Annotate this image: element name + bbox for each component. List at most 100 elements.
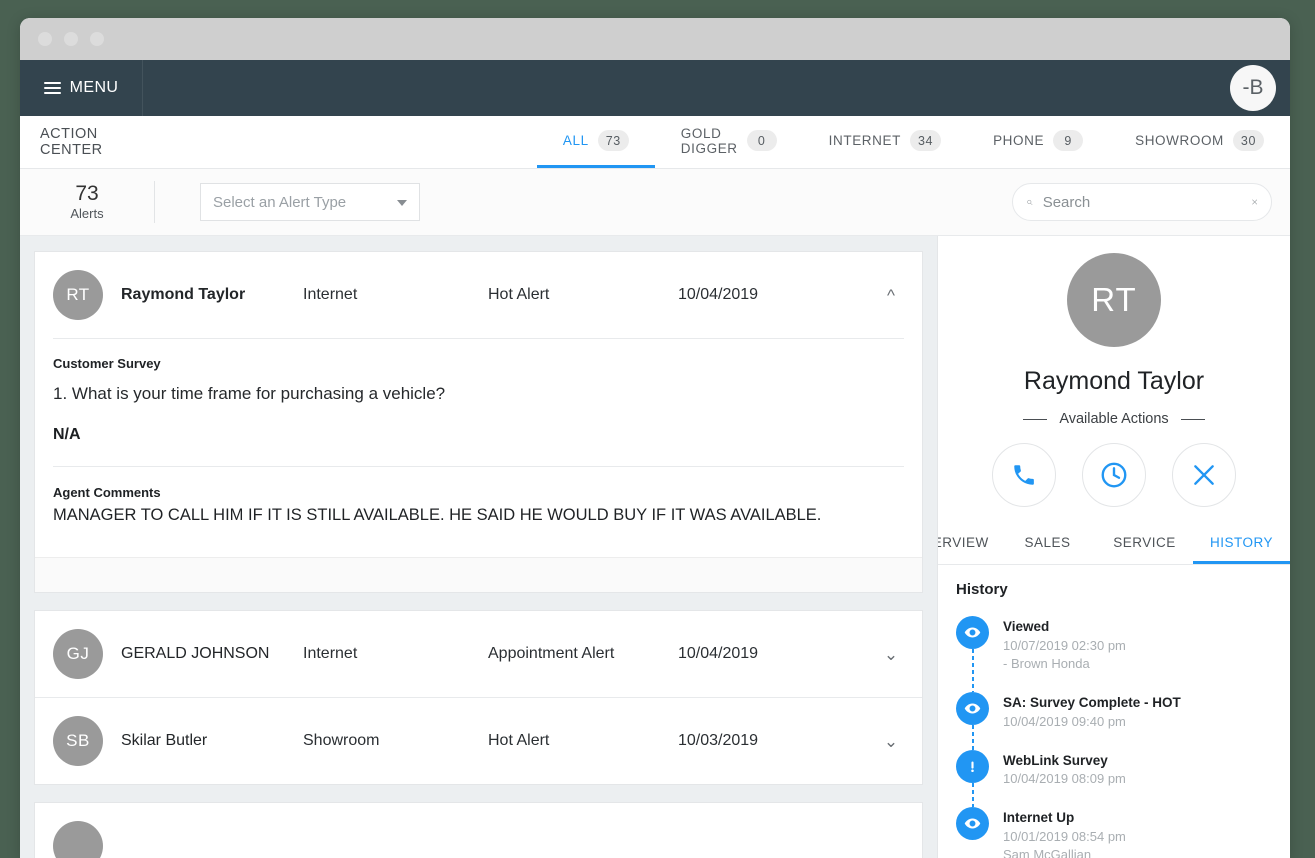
search-input[interactable] <box>1043 194 1242 211</box>
browser-window: MENU -B ACTION CENTER ALL 73 GOLD DIGGER… <box>20 18 1290 858</box>
tab-internet-count: 34 <box>910 130 941 151</box>
tab-overview[interactable]: OVERVIEW <box>938 523 999 564</box>
tab-sales[interactable]: SALES <box>999 523 1096 564</box>
schedule-action-button[interactable] <box>1082 443 1146 507</box>
history-item-body: WebLink Survey 10/04/2019 08:09 pm <box>1003 750 1126 789</box>
detail-scrollbar[interactable] <box>1285 236 1289 858</box>
alert-source: Internet <box>303 286 488 304</box>
filter-bar: 73 Alerts Select an Alert Type <box>20 169 1290 236</box>
tab-sales-label: SALES <box>1024 535 1070 550</box>
tab-phone[interactable]: PHONE 9 <box>967 116 1109 168</box>
alert-date: 10/03/2019 <box>678 732 828 750</box>
alert-row-header[interactable]: RT Raymond Taylor Internet Hot Alert 10/… <box>35 252 922 338</box>
alert-count-label: Alerts <box>20 206 154 221</box>
history-item[interactable]: Viewed 10/07/2019 02:30 pm - Brown Honda <box>956 616 1290 692</box>
avatar-initials: SB <box>66 731 90 751</box>
tab-gold-digger-count: 0 <box>747 130 777 151</box>
avatar-initials: RT <box>66 285 89 305</box>
chevron-down-icon[interactable]: ⌄ <box>878 733 904 750</box>
history-item-title: Internet Up <box>1003 808 1126 828</box>
alert-count-value: 73 <box>20 183 154 206</box>
tab-all-label: ALL <box>563 133 589 148</box>
alert-card-partial <box>34 802 923 858</box>
alert-card-footer <box>35 557 922 592</box>
avatar: SB <box>53 716 103 766</box>
call-action-button[interactable] <box>992 443 1056 507</box>
chevron-down-icon[interactable]: ⌄ <box>878 646 904 663</box>
hamburger-icon <box>44 79 61 97</box>
tab-internet-label: INTERNET <box>829 133 901 148</box>
history-item-body: Internet Up 10/01/2019 08:54 pm Sam McGa… <box>1003 807 1126 858</box>
alert-source: Internet <box>303 645 488 663</box>
tab-gold-digger-label: GOLD DIGGER <box>681 126 738 156</box>
window-maximize-dot[interactable] <box>90 32 104 46</box>
tab-overview-label: OVERVIEW <box>938 535 989 550</box>
available-actions-label: Available Actions <box>1059 411 1168 427</box>
tab-history-label: HISTORY <box>1210 535 1273 550</box>
tab-history[interactable]: HISTORY <box>1193 523 1290 564</box>
history-item-title: WebLink Survey <box>1003 751 1126 771</box>
app-header: MENU -B <box>20 60 1290 116</box>
tab-all[interactable]: ALL 73 <box>537 116 655 168</box>
alert-row[interactable] <box>35 803 922 858</box>
clock-icon <box>1099 460 1129 490</box>
available-actions <box>938 443 1290 507</box>
phone-icon <box>1011 462 1037 488</box>
tab-showroom[interactable]: SHOWROOM 30 <box>1109 116 1290 168</box>
alert-detail-body: Customer Survey 1. What is your time fra… <box>35 338 922 557</box>
alert-source: Showroom <box>303 732 488 750</box>
agent-comments-body: MANAGER TO CALL HIM IF IT IS STILL AVAIL… <box>53 506 904 551</box>
window-close-dot[interactable] <box>38 32 52 46</box>
alert-type-select[interactable]: Select an Alert Type <box>200 183 420 221</box>
detail-tabs: OVERVIEW SALES SERVICE HISTORY <box>938 523 1290 565</box>
history-item[interactable]: WebLink Survey 10/04/2019 08:09 pm <box>956 750 1290 807</box>
history-title: History <box>956 581 1290 598</box>
exclamation-icon <box>956 750 989 783</box>
tab-internet[interactable]: INTERNET 34 <box>803 116 967 168</box>
survey-answer: N/A <box>53 426 904 466</box>
alert-customer-name: GERALD JOHNSON <box>103 645 303 663</box>
search-box[interactable] <box>1012 183 1272 221</box>
customer-profile: RT Raymond Taylor Available Actions <box>938 236 1290 507</box>
tab-showroom-count: 30 <box>1233 130 1264 151</box>
menu-label: MENU <box>70 79 119 97</box>
dismiss-action-button[interactable] <box>1172 443 1236 507</box>
history-item-timestamp: 10/07/2019 02:30 pm <box>1003 637 1126 656</box>
customer-name: Raymond Taylor <box>938 367 1290 396</box>
survey-question: 1. What is your time frame for purchasin… <box>53 384 904 426</box>
history-item-title: SA: Survey Complete - HOT <box>1003 693 1181 713</box>
avatar <box>53 821 103 858</box>
history-item[interactable]: Internet Up 10/01/2019 08:54 pm Sam McGa… <box>956 807 1290 858</box>
avatar: RT <box>1067 253 1161 347</box>
clear-search-icon[interactable] <box>1252 195 1257 209</box>
alert-row[interactable]: SB Skilar Butler Showroom Hot Alert 10/0… <box>35 698 922 784</box>
chevron-up-icon[interactable]: ^ <box>878 287 904 304</box>
history-item-body: Viewed 10/07/2019 02:30 pm - Brown Honda <box>1003 616 1126 674</box>
tab-showroom-label: SHOWROOM <box>1135 133 1224 148</box>
alert-row[interactable]: GJ GERALD JOHNSON Internet Appointment A… <box>35 611 922 697</box>
alert-type: Hot Alert <box>488 286 678 304</box>
browser-titlebar <box>20 18 1290 60</box>
history-section: History Viewed 10/07/2019 02:30 pm - Bro… <box>938 565 1290 858</box>
sub-header: ACTION CENTER ALL 73 GOLD DIGGER 0 INTER… <box>20 116 1290 169</box>
timeline-connector <box>972 725 974 749</box>
menu-button[interactable]: MENU <box>20 60 143 116</box>
history-item[interactable]: SA: Survey Complete - HOT 10/04/2019 09:… <box>956 692 1290 749</box>
tab-gold-digger[interactable]: GOLD DIGGER 0 <box>655 116 803 168</box>
alert-category-tabs: ALL 73 GOLD DIGGER 0 INTERNET 34 PHONE 9… <box>537 116 1290 168</box>
divider-dash <box>1023 419 1047 420</box>
history-item-meta: Sam McGallian <box>1003 846 1126 858</box>
tab-all-count: 73 <box>598 130 629 151</box>
window-minimize-dot[interactable] <box>64 32 78 46</box>
tab-service-label: SERVICE <box>1113 535 1176 550</box>
available-actions-header: Available Actions <box>938 411 1290 427</box>
timeline-connector <box>972 649 974 692</box>
agent-comments-label: Agent Comments <box>53 467 904 506</box>
alert-customer-name: Raymond Taylor <box>103 286 303 304</box>
alert-count-block: 73 Alerts <box>20 181 155 223</box>
close-icon <box>1191 462 1217 488</box>
divider-dash <box>1181 419 1205 420</box>
tab-service[interactable]: SERVICE <box>1096 523 1193 564</box>
history-item-meta: - Brown Honda <box>1003 655 1126 674</box>
user-avatar[interactable]: -B <box>1230 65 1276 111</box>
